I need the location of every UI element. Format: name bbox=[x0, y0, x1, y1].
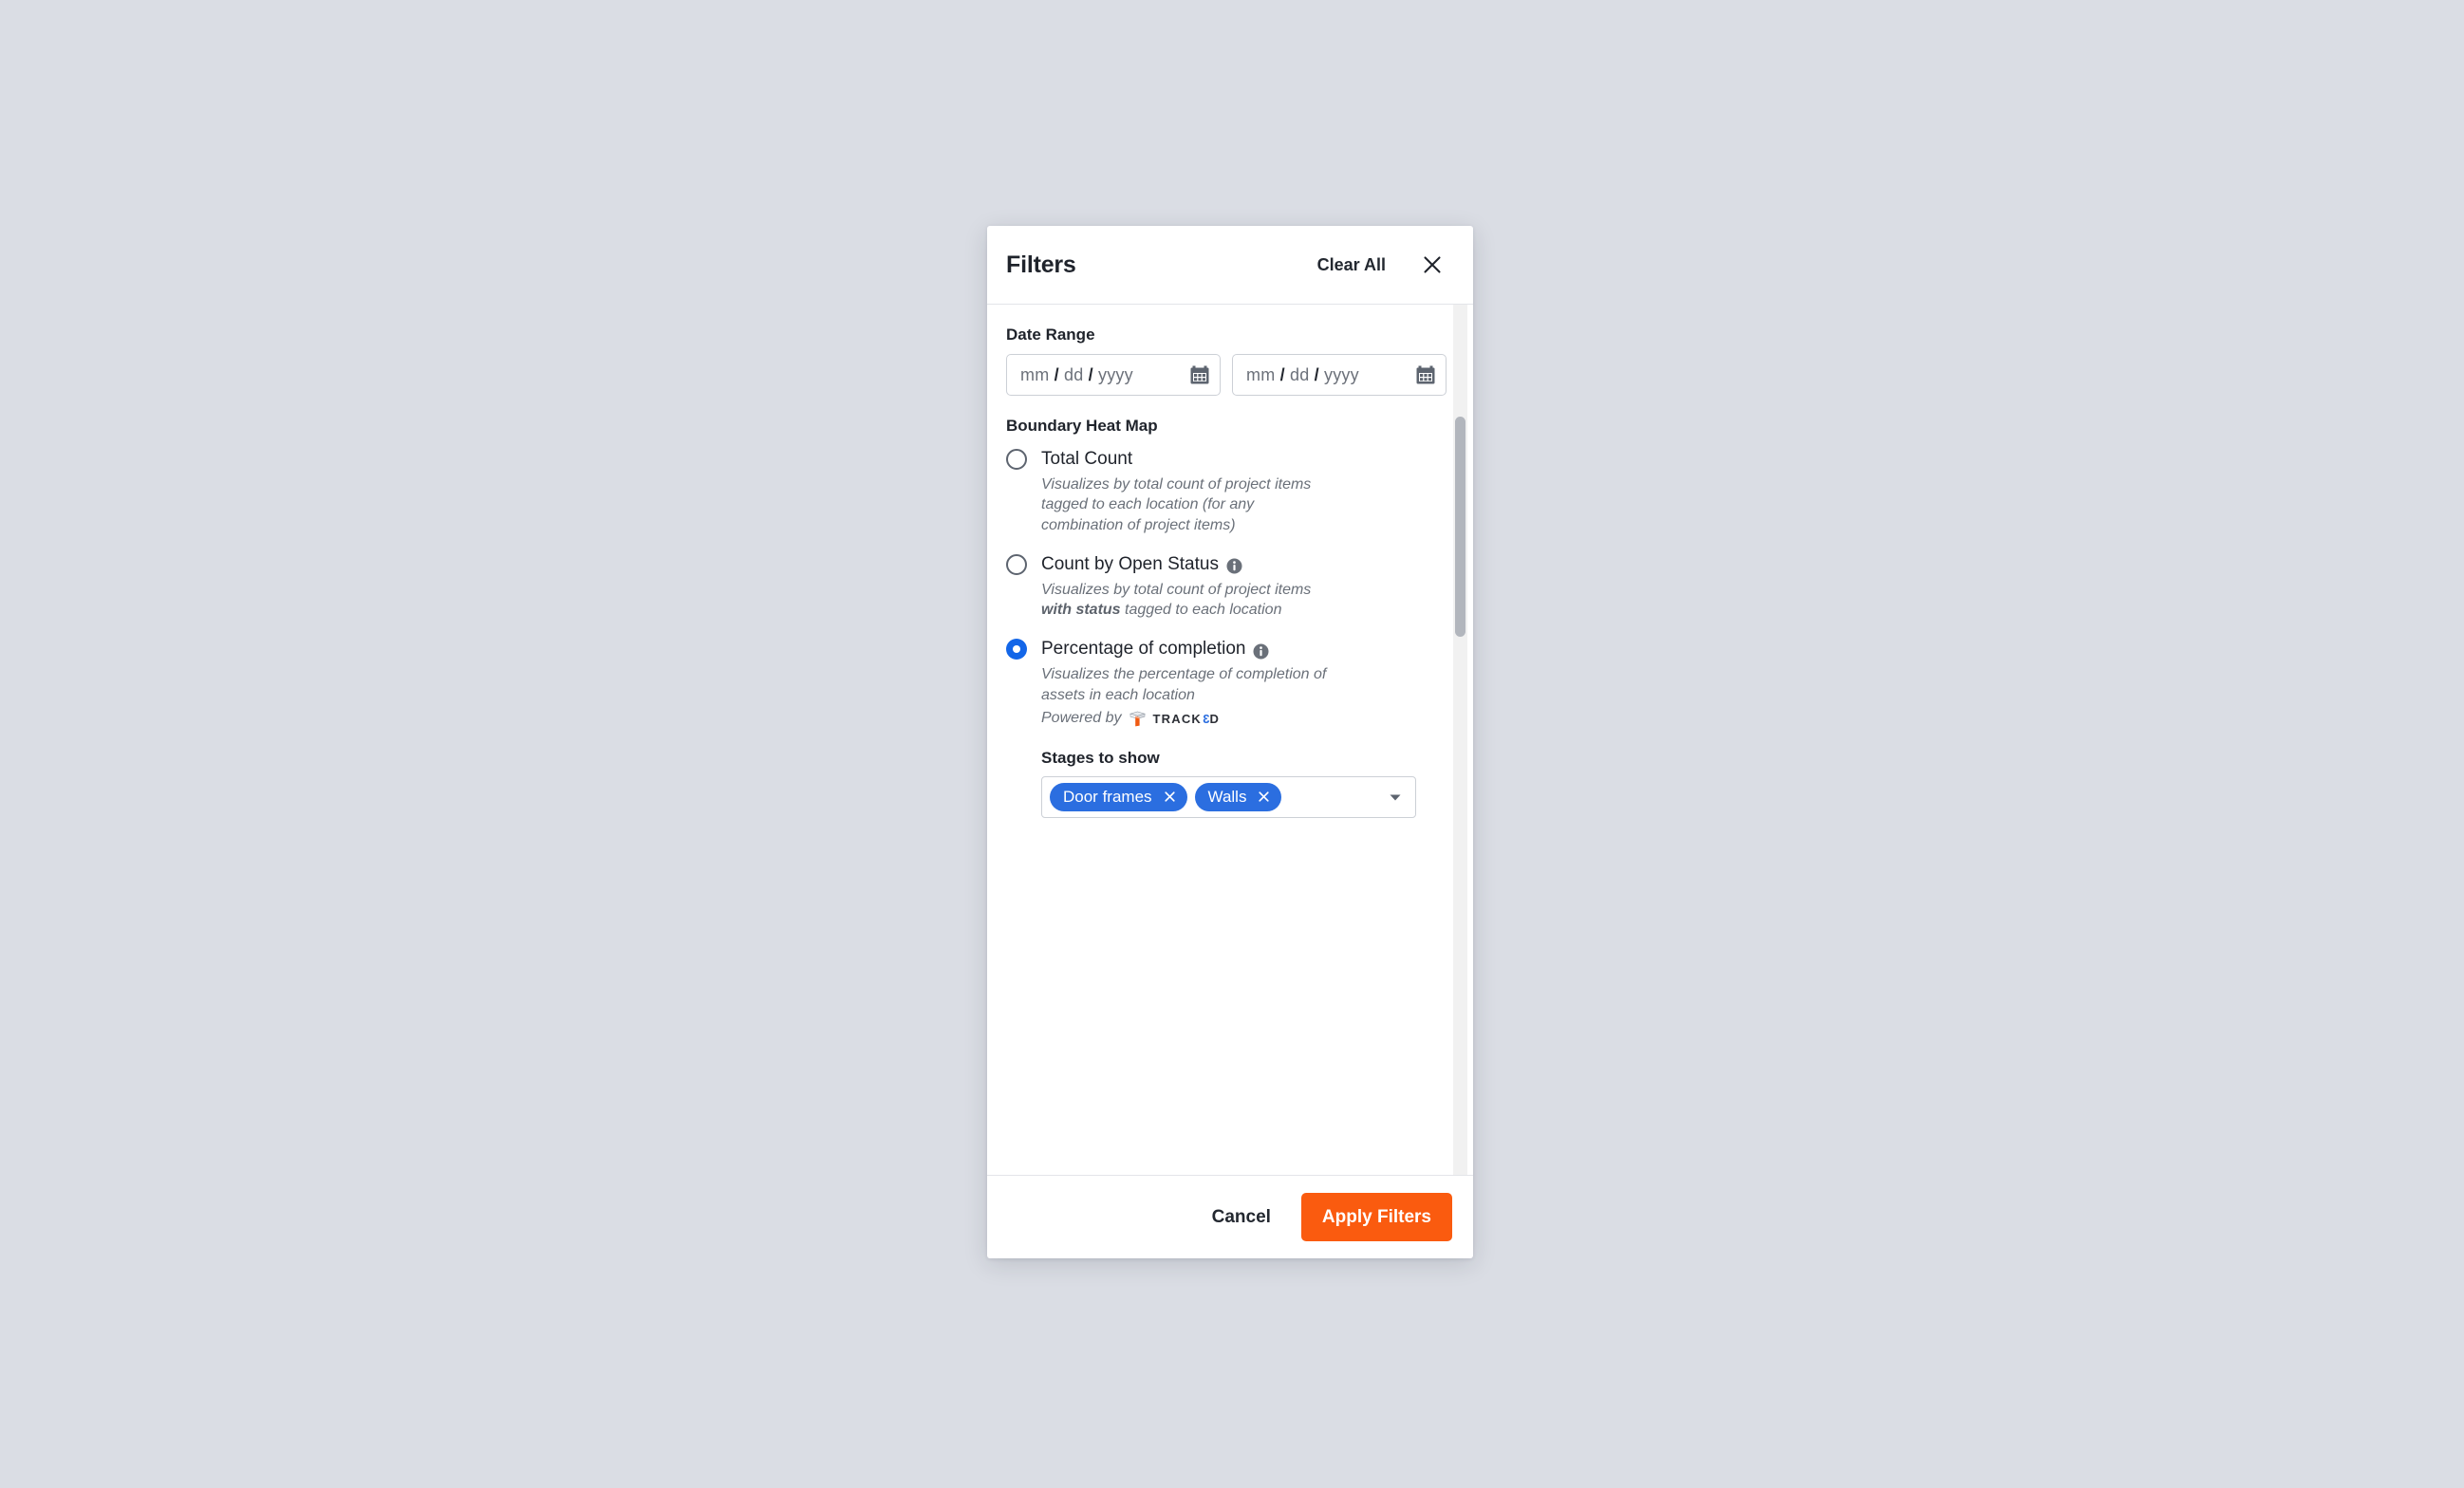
dialog-body: Date Range mm / dd / yyyy mm / dd / yyyy… bbox=[987, 305, 1473, 1175]
close-icon[interactable] bbox=[1418, 251, 1447, 279]
radio-description-bold: with status bbox=[1041, 602, 1121, 619]
close-icon[interactable] bbox=[1257, 790, 1271, 804]
radio-option-percentage-of-completion: Percentage of completion Visualizes the … bbox=[1006, 639, 1447, 818]
radio-option-count-by-open-status: Count by Open Status Visualizes by total… bbox=[1006, 553, 1447, 621]
chip-walls: Walls bbox=[1194, 782, 1282, 811]
chip-label: Walls bbox=[1207, 787, 1247, 806]
dialog-footer: Cancel Apply Filters bbox=[987, 1175, 1473, 1258]
start-date-input[interactable]: mm / dd / yyyy bbox=[1006, 354, 1221, 396]
chip-label: Door frames bbox=[1063, 787, 1152, 806]
chip-door-frames: Door frames bbox=[1050, 782, 1187, 811]
calendar-icon[interactable] bbox=[1189, 364, 1210, 385]
stages-chip-list: Door frames Walls bbox=[1050, 782, 1383, 811]
radio-option-total-count: Total Count Visualizes by total count of… bbox=[1006, 449, 1447, 535]
apply-filters-button[interactable]: Apply Filters bbox=[1300, 1193, 1452, 1241]
radio-description: Visualizes by total count of project ite… bbox=[1041, 580, 1331, 621]
end-date-placeholder: mm / dd / yyyy bbox=[1246, 364, 1359, 384]
radio-description: Visualizes the percentage of completion … bbox=[1041, 666, 1327, 703]
date-range-label: Date Range bbox=[1006, 326, 1095, 344]
radio-label: Count by Open Status bbox=[1041, 553, 1219, 574]
boundary-heat-map-label: Boundary Heat Map bbox=[1006, 417, 1158, 435]
close-icon[interactable] bbox=[1163, 790, 1177, 804]
radio-button-icon[interactable] bbox=[1006, 553, 1027, 575]
chevron-down-icon[interactable] bbox=[1383, 785, 1408, 809]
track3d-wordmark: TRACK 3 D bbox=[1153, 712, 1221, 726]
radio-button-icon[interactable] bbox=[1006, 449, 1027, 470]
stages-block: Stages to show Door frames Walls bbox=[1041, 749, 1447, 818]
radio-description: Visualizes by total count of project ite… bbox=[1041, 476, 1312, 533]
filters-dialog: Filters Clear All Date Range mm / dd / y… bbox=[987, 226, 1473, 1258]
cancel-button[interactable]: Cancel bbox=[1208, 1200, 1275, 1236]
radio-label: Percentage of completion bbox=[1041, 639, 1246, 660]
info-icon[interactable] bbox=[1226, 558, 1242, 574]
stages-to-show-label: Stages to show bbox=[1041, 748, 1160, 767]
dialog-body-content: Date Range mm / dd / yyyy mm / dd / yyyy… bbox=[987, 326, 1473, 818]
track3d-prefix: TRACK bbox=[1152, 711, 1202, 726]
boundary-heat-map-radio-group: Total Count Visualizes by total count of… bbox=[1006, 449, 1447, 818]
track3d-suffix: D bbox=[1209, 711, 1221, 726]
info-icon[interactable] bbox=[1253, 643, 1269, 660]
dialog-header: Filters Clear All bbox=[987, 226, 1473, 305]
calendar-icon[interactable] bbox=[1415, 364, 1436, 385]
powered-by: Powered by TRACK 3 D bbox=[1041, 710, 1447, 728]
stages-multiselect[interactable]: Door frames Walls bbox=[1041, 775, 1416, 818]
clear-all-button[interactable]: Clear All bbox=[1317, 255, 1386, 275]
track3d-logo-icon bbox=[1129, 710, 1147, 728]
radio-count-by-open-status[interactable]: Count by Open Status bbox=[1006, 553, 1447, 575]
end-date-input[interactable]: mm / dd / yyyy bbox=[1232, 354, 1447, 396]
scrollbar-thumb[interactable] bbox=[1455, 417, 1465, 637]
track3d-digit: 3 bbox=[1202, 711, 1210, 726]
start-date-placeholder: mm / dd / yyyy bbox=[1020, 364, 1133, 384]
radio-percentage-of-completion[interactable]: Percentage of completion bbox=[1006, 639, 1447, 660]
scrollbar-track[interactable] bbox=[1453, 305, 1467, 1175]
radio-description-part1: Visualizes by total count of project ite… bbox=[1041, 581, 1312, 598]
powered-by-text: Powered by bbox=[1041, 710, 1122, 727]
radio-label: Total Count bbox=[1041, 449, 1133, 469]
date-range-row: mm / dd / yyyy mm / dd / yyyy bbox=[1006, 354, 1447, 396]
radio-total-count[interactable]: Total Count bbox=[1006, 449, 1447, 470]
radio-description-part2: tagged to each location bbox=[1120, 602, 1282, 619]
page-title: Filters bbox=[1006, 251, 1076, 278]
radio-button-icon-selected[interactable] bbox=[1006, 639, 1027, 660]
